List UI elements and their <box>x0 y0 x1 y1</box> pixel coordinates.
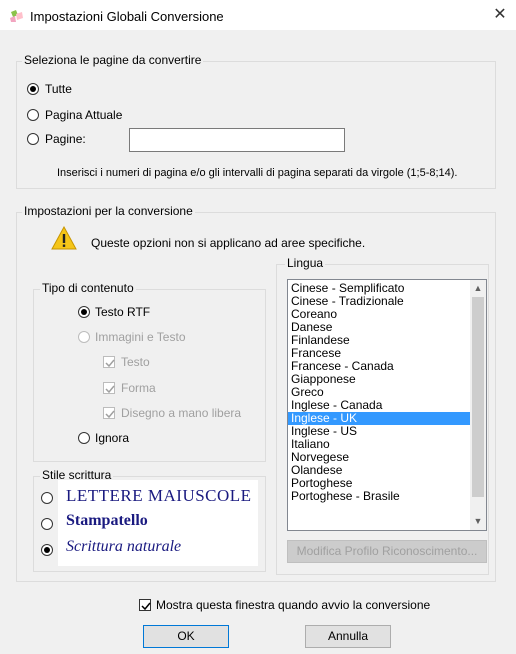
close-button[interactable]: ✕ <box>488 4 512 26</box>
cancel-button[interactable]: Annulla <box>305 625 391 648</box>
language-legend: Lingua <box>285 256 326 270</box>
radio-print[interactable] <box>41 518 53 530</box>
show-dialog-label: Mostra questa finestra quando avvio la c… <box>156 598 431 612</box>
language-scrollbar[interactable]: ▲ ▼ <box>470 280 486 530</box>
print-sample: Stampatello <box>66 512 148 529</box>
scanner-app-icon <box>9 9 25 23</box>
warning-text: Queste opzioni non si applicano ad aree … <box>91 236 366 250</box>
scrollbar-thumb[interactable] <box>472 297 484 497</box>
uppercase-sample: LETTERE MAIUSCOLE <box>66 486 252 505</box>
title-bar: Impostazioni Globali Conversione ✕ <box>0 0 516 30</box>
checkbox-text[interactable] <box>103 356 115 368</box>
checkbox-freehand-label: Disegno a mano libera <box>121 406 242 420</box>
natural-sample: Scrittura naturale <box>66 538 182 555</box>
close-icon: ✕ <box>493 6 507 23</box>
radio-rtf-text[interactable] <box>78 306 90 318</box>
radio-ignore-label: Ignora <box>95 431 130 445</box>
radio-all-pages-label: Tutte <box>45 82 72 96</box>
radio-current-page[interactable] <box>27 109 39 121</box>
show-dialog-checkbox[interactable] <box>139 599 151 611</box>
radio-all-pages[interactable] <box>27 83 39 95</box>
radio-ignore[interactable] <box>78 432 90 444</box>
scroll-up-icon[interactable]: ▲ <box>470 280 486 296</box>
window-title: Impostazioni Globali Conversione <box>30 9 224 24</box>
radio-uppercase[interactable] <box>41 492 53 504</box>
modify-profile-button[interactable]: Modifica Profilo Riconoscimento... <box>287 540 487 563</box>
checkbox-freehand[interactable] <box>103 407 115 419</box>
pages-hint: Inserisci i numeri di pagina e/o gli int… <box>57 167 458 179</box>
language-listbox[interactable]: Cinese - Semplificato Cinese - Tradiziona… <box>287 279 487 531</box>
pages-group-legend: Seleziona le pagine da convertire <box>22 53 204 67</box>
radio-rtf-text-label: Testo RTF <box>95 305 151 319</box>
radio-images-text-label: Immagini e Testo <box>95 330 186 344</box>
ok-button[interactable]: OK <box>143 625 229 648</box>
radio-current-page-label: Pagina Attuale <box>45 108 123 122</box>
radio-natural[interactable] <box>41 544 53 556</box>
radio-pages-label: Pagine: <box>45 132 86 146</box>
warning-icon <box>51 225 77 250</box>
pages-input[interactable] <box>129 128 345 152</box>
scroll-down-icon[interactable]: ▼ <box>470 513 486 529</box>
checkbox-text-label: Testo <box>121 355 150 369</box>
language-list-item[interactable]: Portoghese - Brasile <box>288 490 470 503</box>
conversion-group-legend: Impostazioni per la conversione <box>22 204 195 218</box>
checkbox-shape[interactable] <box>103 382 115 394</box>
radio-pages[interactable] <box>27 133 39 145</box>
radio-images-text[interactable] <box>78 331 90 343</box>
content-type-legend: Tipo di contenuto <box>40 281 136 295</box>
checkbox-shape-label: Forma <box>121 381 156 395</box>
